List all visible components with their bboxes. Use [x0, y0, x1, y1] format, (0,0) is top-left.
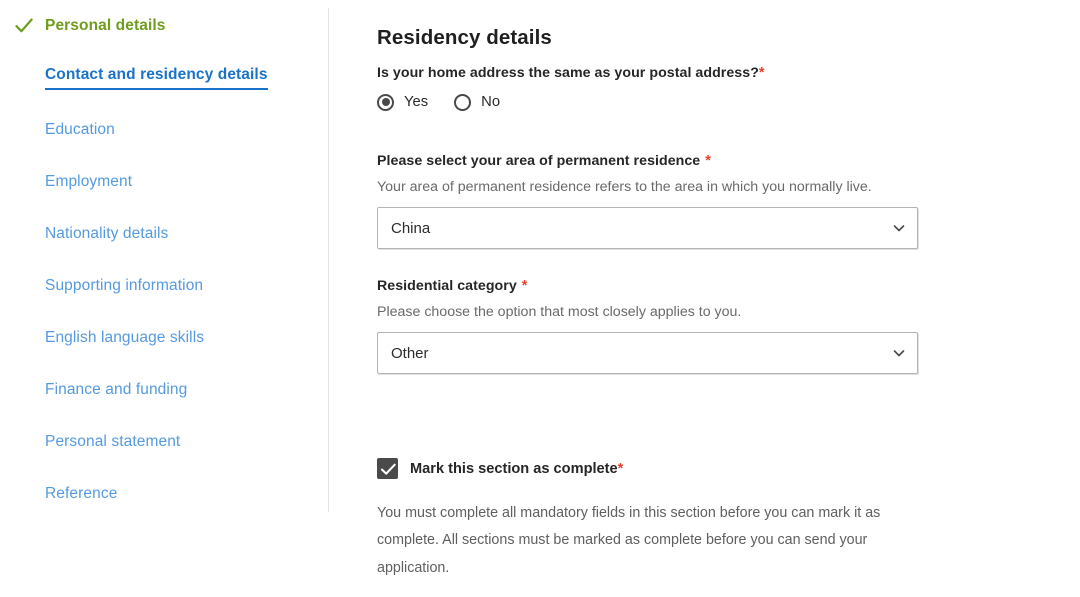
mark-complete-checkbox[interactable] — [377, 458, 398, 479]
sidebar-item-label: Personal details — [45, 16, 166, 34]
permanent-residence-select-wrap: China — [377, 207, 918, 250]
radio-option-yes[interactable]: Yes — [377, 93, 429, 111]
mark-complete-note: You must complete all mandatory fields i… — [377, 505, 881, 576]
sidebar-divider — [328, 8, 329, 512]
sidebar-item-nationality-details[interactable]: Nationality details — [0, 208, 328, 260]
permanent-residence-label: Please select your area of permanent res… — [377, 152, 1017, 172]
radio-label-no: No — [481, 94, 501, 111]
mark-complete-label: Mark this section as complete* — [410, 461, 623, 477]
sidebar-item-finance-and-funding[interactable]: Finance and funding — [0, 364, 328, 416]
sidebar-item-contact-and-residency-details[interactable]: Contact and residency details — [0, 52, 328, 104]
sidebar-item-label: Education — [45, 120, 115, 138]
check-icon — [380, 463, 396, 475]
page-title: Residency details — [377, 25, 552, 49]
home-address-question-group: Is your home address the same as your po… — [377, 64, 1017, 111]
sidebar-item-reference[interactable]: Reference — [0, 468, 328, 520]
residential-category-select-wrap: Other — [377, 332, 918, 375]
sidebar-item-label: English language skills — [45, 328, 205, 346]
mark-complete-label-text: Mark this section as complete — [410, 460, 618, 477]
mark-complete-field: Mark this section as complete* You must … — [377, 458, 1017, 597]
sidebar-item-label: Supporting information — [45, 276, 204, 294]
residential-category-hint: Please choose the option that most close… — [377, 303, 742, 320]
sidebar-item-english-language-skills[interactable]: English language skills — [0, 312, 328, 364]
sidebar-item-education[interactable]: Education — [0, 104, 328, 156]
radio-option-no[interactable]: No — [454, 93, 501, 111]
sidebar-item-personal-statement[interactable]: Personal statement — [0, 416, 328, 468]
application-section-nav: Personal details Contact and residency de… — [0, 0, 329, 593]
radio-label-yes: Yes — [404, 94, 429, 111]
required-asterisk: * — [758, 65, 765, 81]
home-address-radio-row: Yes No — [377, 93, 1017, 111]
sidebar-item-supporting-information[interactable]: Supporting information — [0, 260, 328, 312]
residential-category-label-text: Residential category — [377, 278, 517, 294]
residential-category-label: Residential category * — [377, 277, 1017, 297]
sidebar-item-label: Contact and residency details — [45, 66, 268, 90]
check-icon — [15, 18, 33, 33]
sidebar-item-label: Employment — [45, 172, 133, 190]
sidebar-nav-list: Personal details Contact and residency de… — [0, 0, 328, 520]
required-asterisk: * — [705, 153, 711, 169]
required-asterisk: * — [521, 278, 528, 294]
mark-complete-checkbox-row[interactable]: Mark this section as complete* — [377, 458, 1017, 479]
sidebar-item-label: Reference — [45, 484, 118, 502]
radio-indicator-no[interactable] — [454, 93, 472, 111]
residential-category-selected-value: Other — [391, 344, 429, 362]
sidebar-item-label: Nationality details — [45, 224, 169, 242]
home-address-question-text: Is your home address the same as your po… — [377, 65, 759, 81]
home-address-question-label: Is your home address the same as your po… — [377, 64, 1017, 84]
sidebar-item-label: Personal statement — [45, 432, 181, 450]
permanent-residence-label-text: Please select your area of permanent res… — [377, 153, 701, 169]
residential-category-select[interactable]: Other — [377, 332, 918, 375]
sidebar-item-personal-details[interactable]: Personal details — [0, 0, 328, 52]
main-content: Residency details Is your home address t… — [377, 0, 1017, 593]
permanent-residence-selected-value: China — [391, 219, 431, 237]
permanent-residence-field: Please select your area of permanent res… — [377, 152, 1017, 250]
required-asterisk: * — [617, 460, 624, 477]
residential-category-field: Residential category * Please choose the … — [377, 277, 1017, 375]
sidebar-item-employment[interactable]: Employment — [0, 156, 328, 208]
permanent-residence-hint: Your area of permanent residence refers … — [377, 178, 872, 195]
sidebar-item-label: Finance and funding — [45, 380, 188, 398]
radio-indicator-yes[interactable] — [377, 93, 394, 111]
residency-details-page: Personal details Contact and residency de… — [0, 0, 1080, 593]
permanent-residence-select[interactable]: China — [377, 207, 918, 250]
